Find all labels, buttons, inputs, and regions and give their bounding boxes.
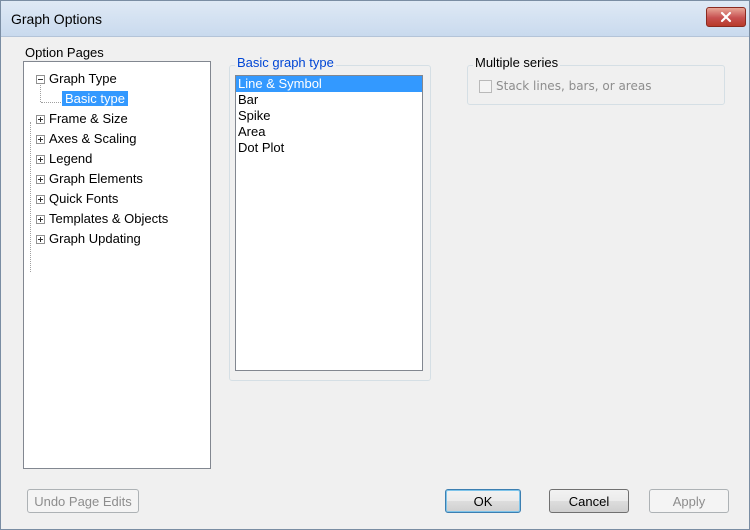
dialog-content: Option Pages Graph Type Basic type Frame… [9, 37, 743, 523]
tree-item-label: Graph Updating [49, 231, 141, 246]
close-icon [720, 11, 732, 23]
tree-item-frame-size[interactable]: Frame & Size [24, 110, 210, 128]
tree-item-legend[interactable]: Legend [24, 150, 210, 168]
list-item-dot-plot[interactable]: Dot Plot [236, 140, 422, 156]
expand-icon[interactable] [36, 235, 45, 244]
expand-icon[interactable] [36, 155, 45, 164]
stack-series-label: Stack lines, bars, or areas [496, 79, 652, 93]
undo-page-edits-button[interactable]: Undo Page Edits [27, 489, 139, 513]
tree-item-label: Graph Elements [49, 171, 143, 186]
list-item-spike[interactable]: Spike [236, 108, 422, 124]
tree-item-label: Graph Type [49, 71, 117, 86]
expand-icon[interactable] [36, 115, 45, 124]
tree-item-graph-updating[interactable]: Graph Updating [24, 230, 210, 248]
stack-series-checkbox[interactable] [479, 79, 492, 93]
tree-item-label: Legend [49, 151, 93, 166]
expand-icon[interactable] [36, 175, 45, 184]
stack-series-checkbox-row[interactable]: Stack lines, bars, or areas [479, 79, 651, 93]
tree-item-axes-scaling[interactable]: Axes & Scaling [24, 130, 210, 148]
list-item-bar[interactable]: Bar [236, 92, 422, 108]
tree-connector [41, 102, 61, 103]
title-bar[interactable]: Graph Options [1, 1, 749, 37]
graph-options-dialog: Graph Options Option Pages Graph Type Ba… [0, 0, 750, 530]
ok-button[interactable]: OK [445, 489, 521, 513]
tree-item-label: Frame & Size [49, 111, 128, 126]
tree-item-label: Quick Fonts [49, 191, 119, 206]
option-pages-label: Option Pages [25, 45, 104, 60]
tree-item-label: Templates & Objects [49, 211, 169, 226]
tree-item-graph-elements[interactable]: Graph Elements [24, 170, 210, 188]
option-pages-tree[interactable]: Graph Type Basic type Frame & Size Axes … [23, 61, 211, 469]
list-item-area[interactable]: Area [236, 124, 422, 140]
tree-item-label: Basic type [62, 91, 128, 106]
expand-icon[interactable] [36, 215, 45, 224]
tree-item-label: Axes & Scaling [49, 131, 137, 146]
basic-graph-type-label: Basic graph type [235, 55, 336, 70]
graph-type-listbox[interactable]: Line & Symbol Bar Spike Area Dot Plot [235, 75, 423, 371]
expand-icon[interactable] [36, 195, 45, 204]
cancel-button[interactable]: Cancel [549, 489, 629, 513]
close-button[interactable] [706, 7, 746, 27]
tree-item-basic-type[interactable]: Basic type [62, 90, 128, 108]
tree-item-graph-type[interactable]: Graph Type [24, 70, 210, 88]
apply-button[interactable]: Apply [649, 489, 729, 513]
tree-item-templates-objects[interactable]: Templates & Objects [24, 210, 210, 228]
collapse-icon[interactable] [36, 75, 45, 84]
expand-icon[interactable] [36, 135, 45, 144]
list-item-line-symbol[interactable]: Line & Symbol [236, 76, 422, 92]
window-title: Graph Options [11, 11, 103, 27]
multiple-series-label: Multiple series [473, 55, 561, 70]
tree-item-quick-fonts[interactable]: Quick Fonts [24, 190, 210, 208]
